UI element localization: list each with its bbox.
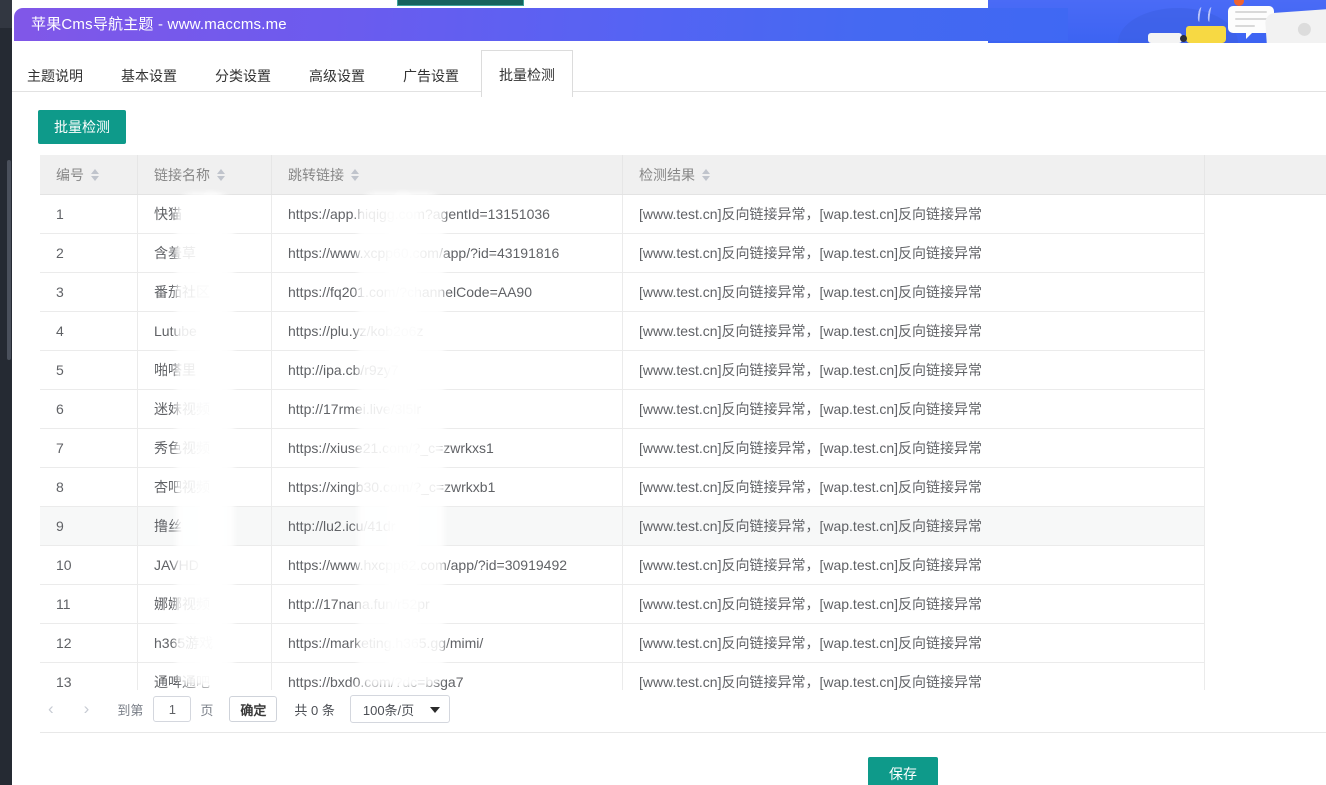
pagination: ‹ › 到第 页 确定 共 0 条 100条/页: [40, 693, 450, 725]
batch-check-button[interactable]: 批量检测: [38, 110, 126, 144]
tab-0[interactable]: 主题说明: [27, 50, 83, 86]
link-url: http://17nana.fun/r52pr: [272, 585, 623, 623]
check-result: [www.test.cn]反向链接异常，[wap.test.cn]反向链接异常: [623, 429, 1205, 467]
row-id: 5: [40, 351, 138, 389]
column-header-0[interactable]: 编号: [40, 155, 138, 194]
sidebar-edge-top: [0, 0, 12, 28]
row-id: 3: [40, 273, 138, 311]
scrollbar-thumb[interactable]: [7, 160, 11, 360]
link-url: https://marketing.h365.gg/mimi/: [272, 624, 623, 662]
page-size-value: 100条/页: [363, 700, 414, 719]
sort-caret-icon: [351, 169, 359, 181]
camera-dot-icon: [1297, 22, 1311, 36]
table-header-row: 编号 链接名称 跳转链接 检测结果: [40, 155, 1326, 195]
column-header-3[interactable]: 检测结果: [623, 155, 1205, 194]
link-url: https://www.hxcpp62.com/app/?id=30919492: [272, 546, 623, 584]
row-id: 6: [40, 390, 138, 428]
check-result: [www.test.cn]反向链接异常，[wap.test.cn]反向链接异常: [623, 351, 1205, 389]
card-bottom-divider: [40, 732, 1326, 733]
row-id: 13: [40, 663, 138, 690]
row-id: 12: [40, 624, 138, 662]
link-url: https://bxd0.com/?dc=bsga7: [272, 663, 623, 690]
tab-2[interactable]: 分类设置: [215, 50, 271, 86]
censor-blur: [196, 193, 226, 687]
check-result: [www.test.cn]反向链接异常，[wap.test.cn]反向链接异常: [623, 390, 1205, 428]
column-header-4: [1205, 155, 1326, 194]
prev-page-icon[interactable]: ‹: [40, 694, 62, 724]
sort-caret-icon: [702, 169, 710, 181]
row-id: 11: [40, 585, 138, 623]
column-label: 链接名称: [154, 165, 210, 185]
tab-bar: 主题说明 基本设置 分类设置 高级设置 广告设置批量检测: [27, 50, 573, 97]
save-button[interactable]: 保存: [868, 757, 938, 785]
tab-3[interactable]: 高级设置: [309, 50, 365, 86]
link-url: https://fq201.com/?channelCode=AA90: [272, 273, 623, 311]
column-header-2[interactable]: 跳转链接: [272, 155, 623, 194]
check-result: [www.test.cn]反向链接异常，[wap.test.cn]反向链接异常: [623, 624, 1205, 662]
sort-caret-icon: [217, 169, 225, 181]
column-label: 检测结果: [639, 165, 695, 185]
sort-caret-icon: [91, 169, 99, 181]
row-id: 2: [40, 234, 138, 272]
check-result: [www.test.cn]反向链接异常，[wap.test.cn]反向链接异常: [623, 585, 1205, 623]
row-id: 9: [40, 507, 138, 545]
page-number-input[interactable]: [153, 696, 191, 722]
check-result: [www.test.cn]反向链接异常，[wap.test.cn]反向链接异常: [623, 195, 1205, 233]
row-id: 7: [40, 429, 138, 467]
link-url: https://app.hiqigg.com?agentId=13151036: [272, 195, 623, 233]
goto-page-label: 到第: [117, 700, 143, 719]
censor-blur: [386, 193, 420, 687]
link-url: https://xiuse21.com/?_c=zwrkxs1: [272, 429, 623, 467]
confirm-page-button[interactable]: 确定: [229, 696, 277, 722]
dialog-titlebar[interactable]: 苹果Cms导航主题 - www.maccms.me: [14, 8, 1068, 41]
page-size-select[interactable]: 100条/页: [350, 695, 450, 723]
column-label: 编号: [56, 165, 84, 185]
check-result: [www.test.cn]反向链接异常，[wap.test.cn]反向链接异常: [623, 507, 1205, 545]
tab-5[interactable]: 批量检测: [481, 50, 573, 97]
link-url: https://xingb30.com/?_c=zwrkxb1: [272, 468, 623, 506]
check-result: [www.test.cn]反向链接异常，[wap.test.cn]反向链接异常: [623, 273, 1205, 311]
laptop-illustration: [1265, 9, 1326, 43]
next-page-icon[interactable]: ›: [76, 694, 98, 724]
page: 苹果Cms导航主题 - www.maccms.me 主题说明 基本设置 分类设置 高级…: [0, 0, 1326, 785]
row-id: 4: [40, 312, 138, 350]
dialog-title: 苹果Cms导航主题 - www.maccms.me: [14, 8, 1068, 41]
check-result: [www.test.cn]反向链接异常，[wap.test.cn]反向链接异常: [623, 468, 1205, 506]
sidebar-edge: [0, 0, 12, 785]
link-url: http://lu2.icu/41dr: [272, 507, 623, 545]
page-unit-label: 页: [200, 700, 213, 719]
total-count-label: 共 0 条: [294, 700, 334, 719]
link-url: http://17rmei.live/3l5lr: [272, 390, 623, 428]
row-id: 1: [40, 195, 138, 233]
link-url: https://www.xcpp60.com/app/?id=43191816: [272, 234, 623, 272]
check-result: [www.test.cn]反向链接异常，[wap.test.cn]反向链接异常: [623, 234, 1205, 272]
column-header-1[interactable]: 链接名称: [138, 155, 272, 194]
check-result: [www.test.cn]反向链接异常，[wap.test.cn]反向链接异常: [623, 312, 1205, 350]
link-url: http://ipa.cb/r9zy7: [272, 351, 623, 389]
chevron-down-icon: [430, 707, 440, 713]
row-id: 10: [40, 546, 138, 584]
tab-4[interactable]: 广告设置: [403, 50, 459, 86]
background-browser-tab: [397, 0, 524, 6]
column-label: 跳转链接: [288, 165, 344, 185]
check-result: [www.test.cn]反向链接异常，[wap.test.cn]反向链接异常: [623, 546, 1205, 584]
link-url: https://plu.yz/kob2o6z: [272, 312, 623, 350]
coffee-mug-icon: [1186, 26, 1226, 43]
tab-1[interactable]: 基本设置: [121, 50, 177, 86]
paper-illustration: [1148, 33, 1182, 43]
check-result: [www.test.cn]反向链接异常，[wap.test.cn]反向链接异常: [623, 663, 1205, 690]
row-id: 8: [40, 468, 138, 506]
